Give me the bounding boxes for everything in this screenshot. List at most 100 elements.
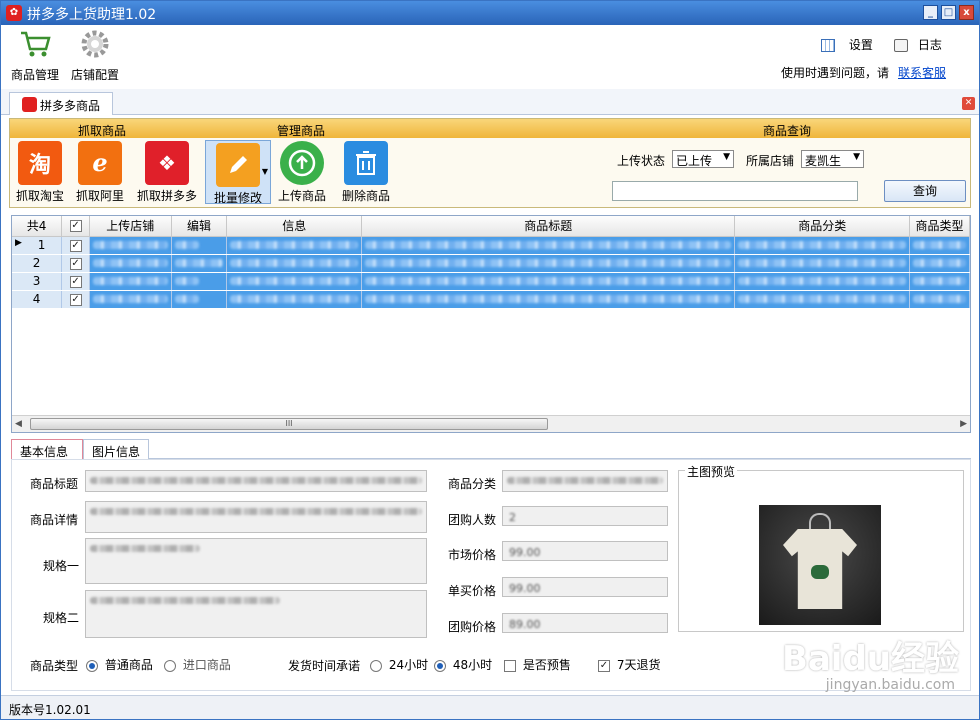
row-checkbox[interactable]: ✓ [69, 257, 82, 270]
close-tab-icon[interactable]: ✕ [962, 97, 975, 110]
column-title[interactable]: 商品标题 [361, 216, 736, 237]
maximize-button[interactable]: □ [941, 5, 956, 20]
column-info[interactable]: 信息 [226, 216, 363, 237]
ship-24h-label: 24小时 [388, 658, 429, 672]
query-input[interactable] [612, 181, 858, 201]
spec1-field[interactable] [85, 538, 427, 584]
print-graphic [811, 565, 829, 579]
row-checkbox[interactable]: ✓ [69, 275, 82, 288]
spec2-field[interactable] [85, 590, 427, 638]
status-bar: 版本号1.02.01 [1, 695, 979, 719]
tab-image-info[interactable]: 图片信息 [83, 439, 149, 460]
cell-info [226, 272, 363, 291]
title-field[interactable] [85, 470, 427, 492]
cell-edit[interactable] [171, 272, 228, 291]
single-price-label: 单买价格 [448, 584, 497, 598]
cell-edit[interactable] [171, 254, 228, 273]
return7-checkbox[interactable]: ✓ 7天退货 [598, 656, 660, 673]
table-row[interactable]: ▶ 1 ✓ [12, 236, 970, 255]
ship-48h-radio[interactable]: 48小时 [434, 656, 492, 673]
calendar-icon [821, 39, 835, 52]
horizontal-scrollbar[interactable]: ◀ III ▶ [12, 415, 970, 432]
fetch-alibaba-button[interactable]: ℯ 抓取阿里 [70, 141, 130, 204]
upload-goods-label: 上传商品 [277, 189, 326, 203]
scrollbar-thumb[interactable]: III [30, 418, 548, 430]
row-check-cell[interactable]: ✓ [61, 254, 90, 273]
row-check-cell[interactable]: ✓ [61, 290, 90, 309]
cell-store [89, 254, 172, 273]
settings-button[interactable]: 设置 [821, 36, 873, 53]
cell-title [361, 272, 736, 291]
radio-empty-icon [370, 659, 382, 672]
column-edit[interactable]: 编辑 [171, 216, 228, 237]
settings-label: 设置 [848, 38, 873, 52]
close-button[interactable]: x [959, 5, 974, 20]
ship-24h-radio[interactable]: 24小时 [370, 656, 428, 673]
window-title: 拼多多上货助理1.02 [27, 7, 157, 23]
cell-goods-type [909, 272, 970, 291]
pencil-icon [216, 143, 260, 187]
dropdown-arrow-icon[interactable]: ▼ [262, 167, 268, 176]
upload-status-select[interactable]: 已上传 ▼ [672, 150, 734, 168]
column-select-all[interactable]: ✓ [61, 216, 90, 237]
cell-edit[interactable] [171, 236, 228, 255]
tab-pdd-goods[interactable]: 拼多多商品 [9, 92, 113, 115]
desc-field[interactable] [85, 501, 427, 533]
store-value: 麦凯生 [805, 154, 842, 168]
row-check-cell[interactable]: ✓ [61, 236, 90, 255]
contact-support-link[interactable]: 联系客服 [898, 64, 946, 81]
version-label: 版本号1.02.01 [9, 703, 91, 717]
goods-type-normal-radio[interactable]: 普通商品 [86, 656, 153, 673]
delete-goods-label: 删除商品 [341, 189, 390, 203]
cell-title [361, 236, 736, 255]
row-checkbox[interactable]: ✓ [69, 239, 82, 252]
store-select[interactable]: 麦凯生 ▼ [801, 150, 864, 168]
row-index: ▶ 1 [12, 236, 63, 255]
cell-goods-type [909, 290, 970, 309]
column-goods-type[interactable]: 商品类型 [909, 216, 970, 237]
fetch-taobao-button[interactable]: 淘 抓取淘宝 [10, 141, 70, 204]
table-row[interactable]: 2 ✓ [12, 254, 970, 273]
delete-goods-button[interactable]: 删除商品 [336, 141, 396, 204]
cell-store [89, 236, 172, 255]
goods-type-import-radio[interactable]: 进口商品 [164, 656, 231, 673]
fetch-pdd-button[interactable]: ❖ 抓取拼多多 [134, 141, 200, 204]
column-upload-store[interactable]: 上传店铺 [89, 216, 172, 237]
table-row[interactable]: 3 ✓ [12, 272, 970, 291]
row-index: 3 [12, 272, 63, 291]
goods-management-button[interactable]: 商品管理 [11, 27, 59, 83]
app-window: ✿ 拼多多上货助理1.02 _ □ x 商品管理 店铺配置 设置 日志 使用时遇… [0, 0, 980, 720]
main-image-preview: 主图预览 [678, 463, 964, 632]
upload-goods-button[interactable]: 上传商品 [272, 141, 332, 204]
cell-category [734, 272, 911, 291]
query-button[interactable]: 查询 [884, 180, 966, 202]
row-checkbox[interactable]: ✓ [69, 293, 82, 306]
minimize-button[interactable]: _ [923, 5, 938, 20]
single-price-field[interactable]: 99.00 [502, 577, 668, 597]
select-all-checkbox[interactable]: ✓ [69, 220, 82, 233]
batch-edit-button[interactable]: 批量修改 ▼ [205, 140, 271, 205]
tab-basic-info[interactable]: 基本信息 [11, 439, 83, 460]
cell-info [226, 290, 363, 309]
category-field[interactable] [502, 470, 668, 492]
cell-info [226, 236, 363, 255]
column-category[interactable]: 商品分类 [734, 216, 911, 237]
group-manage-goods: 管理商品 [277, 124, 326, 138]
scroll-right-icon[interactable]: ▶ [960, 419, 967, 429]
log-button[interactable]: 日志 [894, 36, 942, 53]
cell-edit[interactable] [171, 290, 228, 309]
group-price-field[interactable]: 89.00 [502, 613, 668, 633]
ribbon-header: 抓取商品 管理商品 商品查询 [10, 119, 970, 138]
scroll-left-icon[interactable]: ◀ [15, 419, 22, 429]
store-config-label: 店铺配置 [71, 68, 120, 82]
group-count-field[interactable]: 2 [502, 506, 668, 526]
checkbox-checked-icon: ✓ [598, 659, 610, 672]
main-toolbar: 商品管理 店铺配置 设置 日志 使用时遇到问题，请 联系客服 [1, 25, 979, 89]
row-check-cell[interactable]: ✓ [61, 272, 90, 291]
goods-type-normal-label: 普通商品 [104, 658, 153, 672]
table-row[interactable]: 4 ✓ [12, 290, 970, 309]
taobao-icon: 淘 [18, 141, 62, 185]
presale-checkbox[interactable]: 是否预售 [504, 656, 571, 673]
market-price-field[interactable]: 99.00 [502, 541, 668, 561]
store-config-button[interactable]: 店铺配置 [71, 27, 119, 83]
